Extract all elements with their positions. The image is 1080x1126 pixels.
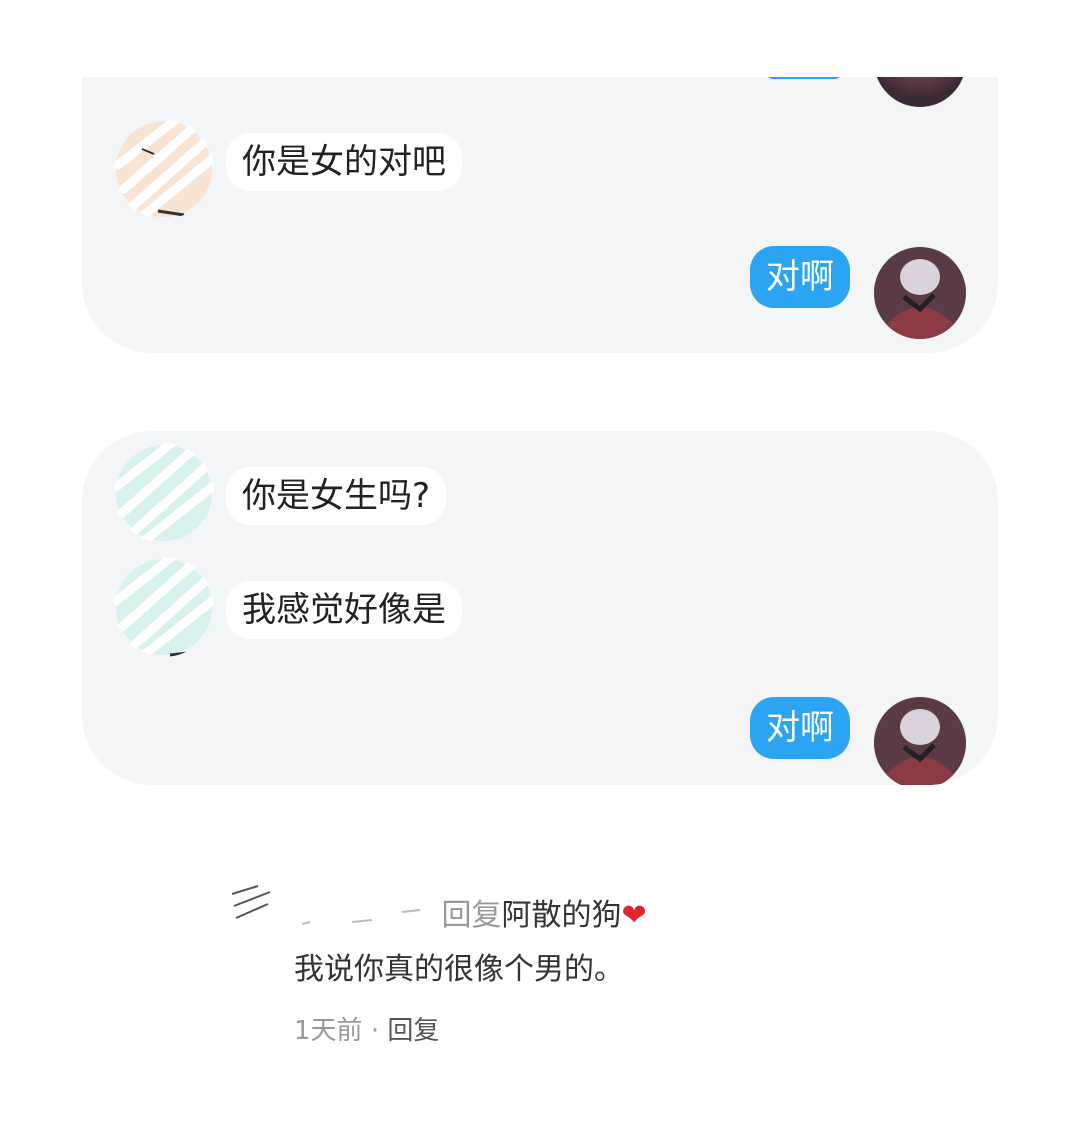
chat-screenshot-2: 你是女生吗? 我感觉好像是 对啊 (82, 431, 998, 785)
redacted-avatar (114, 443, 214, 543)
cropped-bubble (764, 77, 844, 79)
redacted-avatar (114, 119, 214, 219)
sent-message: 对啊 (750, 697, 850, 759)
commenter-avatar[interactable] (228, 878, 280, 930)
comment-time: 1天前 (294, 1016, 363, 1046)
chat-screenshot-1: 你是女的对吧 对啊 (82, 77, 998, 353)
received-message: 你是女的对吧 (226, 133, 462, 191)
self-avatar (874, 697, 966, 785)
comment-meta: 1天前 · 回复 (294, 1010, 439, 1047)
redacted-avatar (114, 557, 214, 657)
redacted-username (292, 902, 432, 932)
self-avatar-cropped (874, 77, 966, 107)
received-message: 我感觉好像是 (226, 581, 462, 639)
heart-icon: ❤ (621, 898, 647, 933)
received-message: 你是女生吗? (226, 467, 447, 525)
comment-text: 我说你真的很像个男的。 (294, 952, 624, 987)
reply-label: 回复 (441, 898, 502, 933)
self-avatar (874, 247, 966, 339)
reply-button[interactable]: 回复 (387, 1016, 439, 1046)
sent-message: 对啊 (750, 246, 850, 308)
comment-header: 回复阿散的狗❤ (292, 890, 647, 934)
meta-separator: · (370, 1016, 380, 1046)
reply-target-username[interactable]: 阿散的狗 (502, 898, 622, 933)
